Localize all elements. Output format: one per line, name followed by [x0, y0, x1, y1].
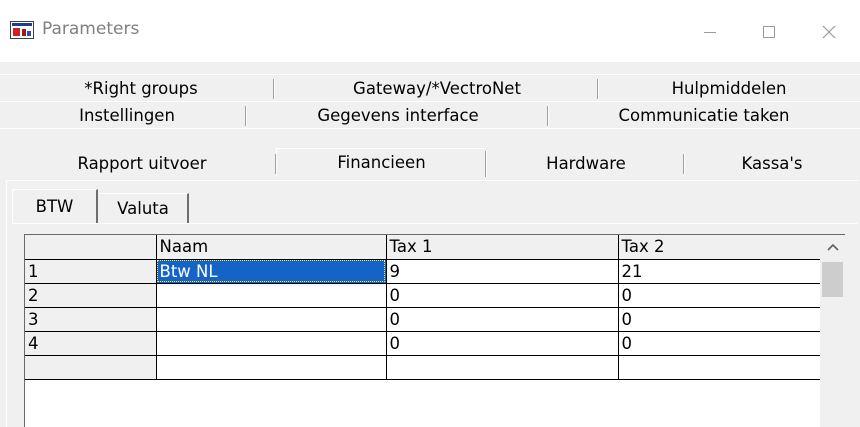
btw-grid[interactable]: Naam Tax 1 Tax 2 1 Btw NL 9 21 2 0 0 3 0… [24, 234, 845, 427]
table-header-row: Naam Tax 1 Tax 2 [25, 235, 821, 260]
title-bar[interactable]: Parameters [0, 0, 860, 62]
cell-tax2[interactable]: 0 [618, 331, 821, 356]
minimize-icon [704, 32, 716, 33]
tab-right-groups[interactable]: *Right groups [8, 75, 275, 101]
tab-financieen[interactable]: Financieen [276, 148, 487, 177]
cell-naam[interactable] [156, 307, 387, 332]
tab-instellingen[interactable]: Instellingen [8, 102, 247, 128]
btw-table: Naam Tax 1 Tax 2 1 Btw NL 9 21 2 0 0 3 0… [25, 235, 821, 380]
table-row: 1 Btw NL 9 21 [25, 259, 821, 284]
header-tax2[interactable]: Tax 2 [618, 235, 821, 260]
cell-naam[interactable] [156, 355, 387, 380]
subtab-baseline [12, 223, 858, 224]
cell-naam[interactable]: Btw NL [156, 259, 387, 284]
row-number[interactable] [25, 355, 157, 380]
cell-tax1[interactable]: 0 [386, 331, 619, 356]
table-row: 2 0 0 [25, 283, 821, 308]
header-corner [25, 235, 157, 260]
tab-row-3-line [0, 128, 860, 129]
row-number[interactable]: 1 [25, 259, 157, 284]
tab-gateway-vectronet[interactable]: Gateway/*VectroNet [276, 75, 599, 101]
tab-hulpmiddelen[interactable]: Hulpmiddelen [600, 75, 858, 101]
scroll-up-button[interactable] [820, 235, 845, 259]
row-number[interactable]: 3 [25, 307, 157, 332]
tab-rapport-uitvoer[interactable]: Rapport uitvoer [8, 150, 277, 176]
cell-tax1[interactable]: 9 [386, 259, 619, 284]
table-row [25, 355, 821, 380]
cell-naam[interactable] [156, 283, 387, 308]
table-row: 4 0 0 [25, 331, 821, 356]
vertical-scrollbar[interactable] [820, 235, 845, 427]
close-button[interactable] [800, 8, 858, 56]
cell-tax2[interactable] [618, 355, 821, 380]
chevron-up-icon [826, 243, 839, 251]
app-icon [10, 21, 34, 39]
cell-tax1[interactable] [386, 355, 619, 380]
cell-naam[interactable] [156, 331, 387, 356]
cell-tax2[interactable]: 21 [618, 259, 821, 284]
scrollbar-thumb[interactable] [822, 262, 843, 297]
cell-tax2[interactable]: 0 [618, 307, 821, 332]
minimize-button[interactable] [681, 8, 739, 56]
maximize-icon [763, 26, 775, 38]
tab-gegevens-interface[interactable]: Gegevens interface [248, 102, 549, 128]
window-title: Parameters [42, 19, 140, 39]
cell-tax2[interactable]: 0 [618, 283, 821, 308]
close-icon [822, 25, 836, 39]
table-row: 3 0 0 [25, 307, 821, 332]
row-number[interactable]: 4 [25, 331, 157, 356]
tab-hardware[interactable]: Hardware [488, 150, 685, 176]
header-naam[interactable]: Naam [156, 235, 387, 260]
row-number[interactable]: 2 [25, 283, 157, 308]
header-tax1[interactable]: Tax 1 [386, 235, 619, 260]
cell-tax1[interactable]: 0 [386, 307, 619, 332]
tab-kassas[interactable]: Kassa's [686, 150, 858, 176]
subtab-valuta[interactable]: Valuta [99, 193, 189, 223]
tab-communicatie-taken[interactable]: Communicatie taken [550, 102, 858, 128]
subtab-btw[interactable]: BTW [12, 189, 98, 223]
maximize-button[interactable] [740, 8, 798, 56]
cell-tax1[interactable]: 0 [386, 283, 619, 308]
